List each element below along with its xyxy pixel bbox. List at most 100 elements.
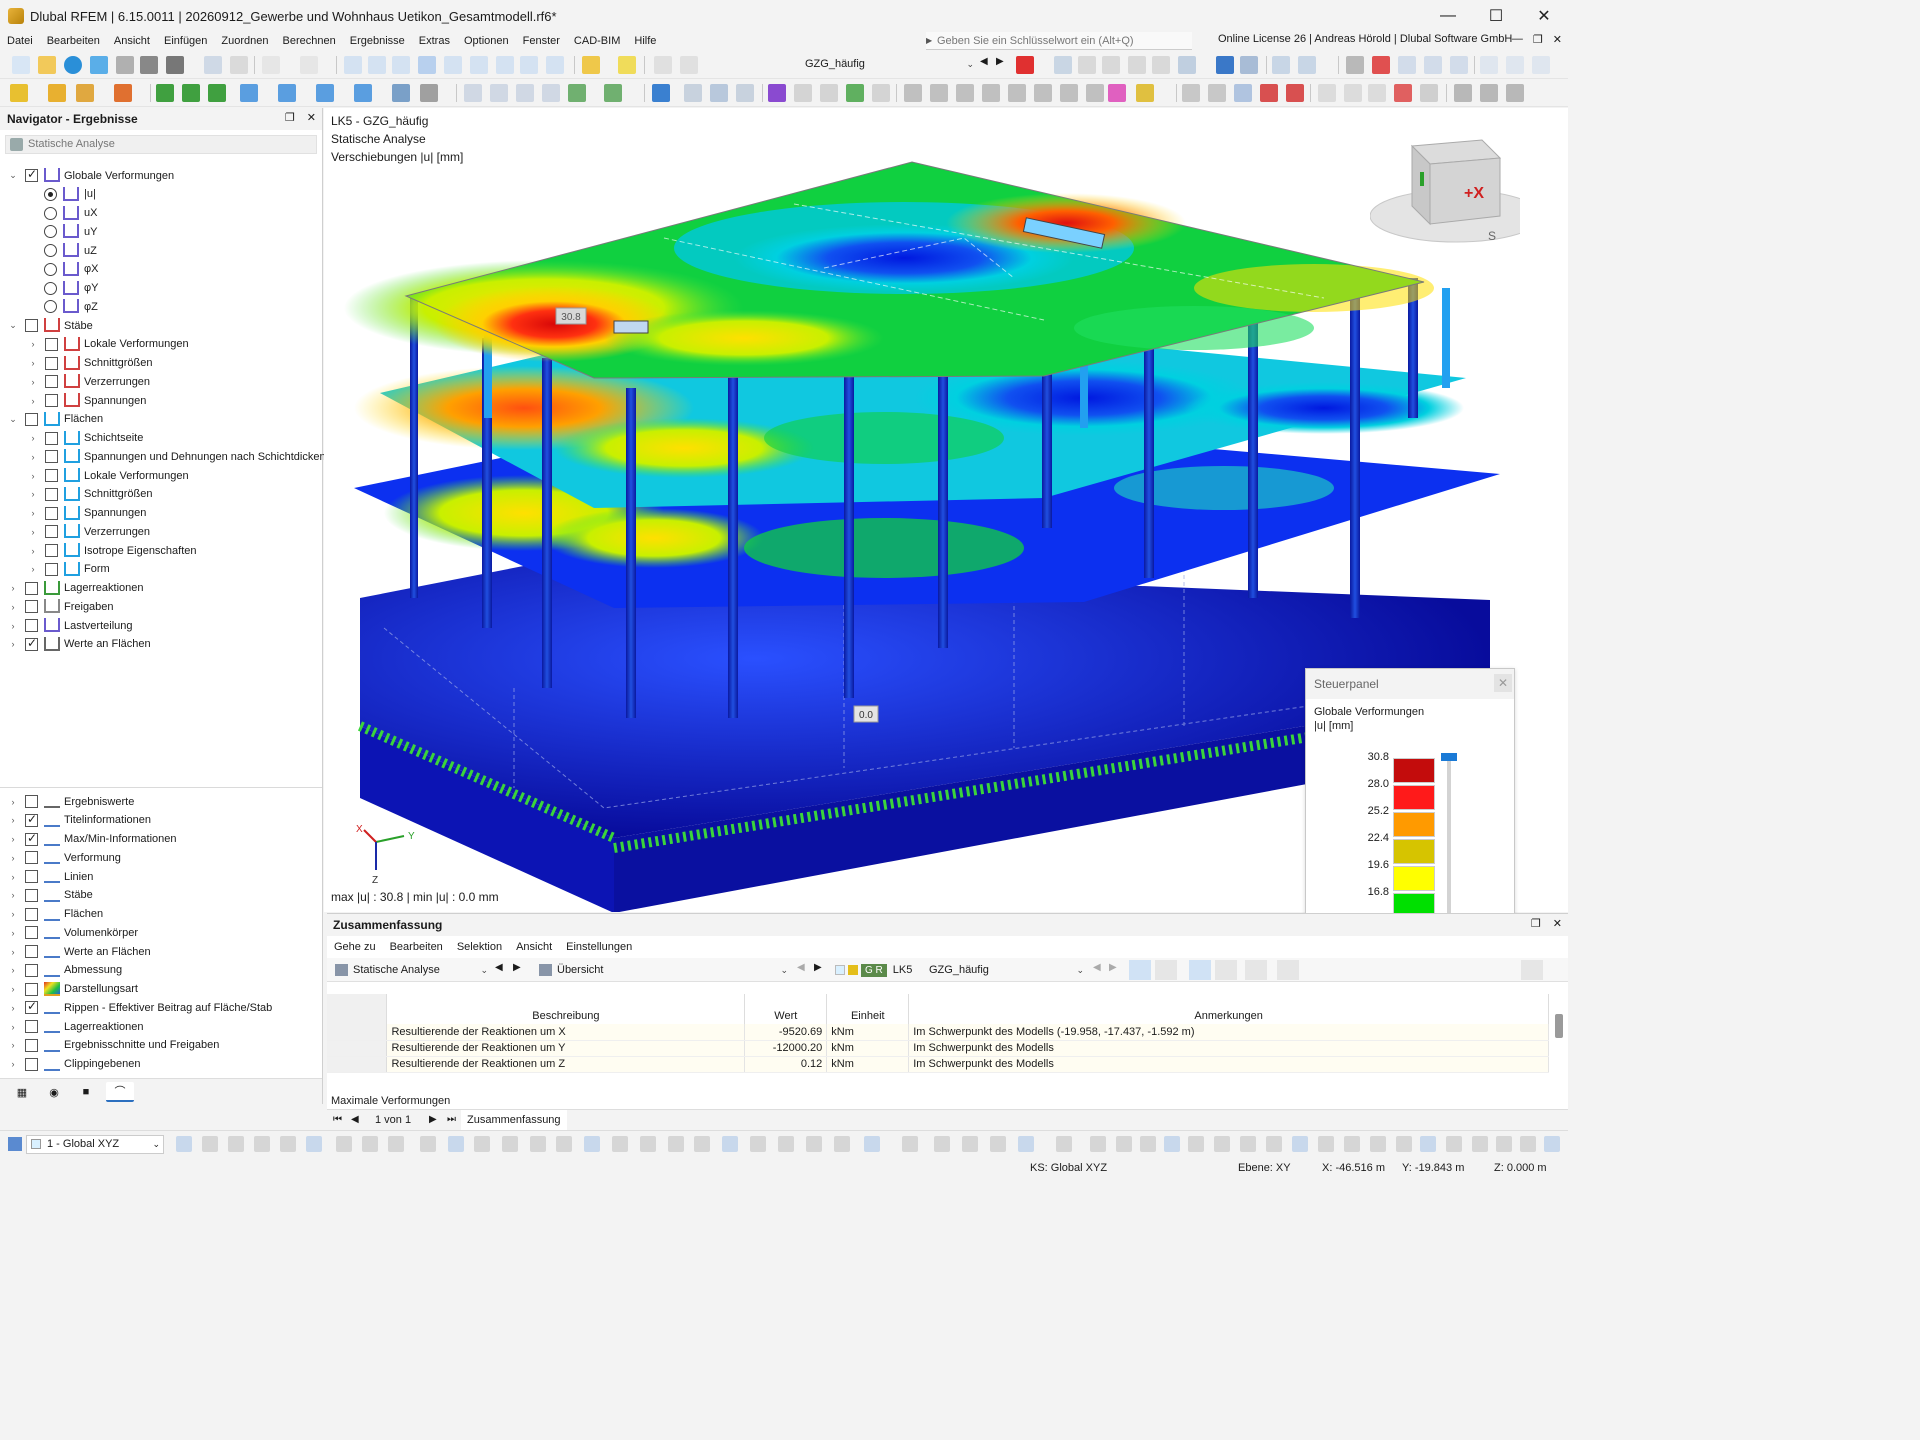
section-icon[interactable] [392, 84, 410, 102]
member-icon[interactable] [114, 84, 132, 102]
expand-chevron-icon[interactable]: › [28, 471, 38, 481]
dimension-icon[interactable] [420, 84, 438, 102]
display-item-ergebniswerte[interactable]: › Ergebniswerte [0, 792, 322, 811]
grid-icon[interactable] [1298, 56, 1316, 74]
views-tab-icon[interactable]: ■ [72, 1082, 100, 1102]
checkbox[interactable] [25, 982, 38, 996]
table-scrollbar[interactable] [1555, 1014, 1563, 1038]
node-icon[interactable] [10, 84, 28, 102]
filter-icon[interactable] [1521, 960, 1543, 980]
tree-item-spannungen-und-dehnungen-nach-schichtdicken[interactable]: › Spannungen und Dehnungen nach Schichtdi… [0, 447, 326, 466]
statusbar-tool-icon[interactable] [1018, 1136, 1034, 1152]
last-page-icon[interactable]: ⏭ [447, 1114, 456, 1125]
deformation-icon[interactable] [768, 84, 786, 102]
pencil-icon[interactable] [582, 56, 600, 74]
tree-item-absuabs[interactable]: |u| [0, 185, 322, 204]
solid-icon[interactable] [316, 84, 334, 102]
anim-icon[interactable] [1102, 56, 1120, 74]
statusbar-tool-icon[interactable] [362, 1136, 378, 1152]
display-item-darstellungsart[interactable]: › Darstellungsart [0, 980, 322, 999]
menu-selektion[interactable]: Selektion [450, 941, 509, 953]
statusbar-tool-icon[interactable] [750, 1136, 766, 1152]
statusbar-tool-icon[interactable] [1544, 1136, 1560, 1152]
statusbar-tool-icon[interactable] [1188, 1136, 1204, 1152]
document-icon[interactable] [230, 56, 248, 74]
radio-button[interactable] [44, 206, 57, 220]
legend-swatch[interactable] [1393, 784, 1435, 810]
statusbar-tool-icon[interactable] [202, 1136, 218, 1152]
print-icon[interactable] [166, 56, 184, 74]
rotate-icon[interactable] [956, 84, 974, 102]
analysis-type-select[interactable]: Statische Analyse [5, 135, 317, 154]
close-icon[interactable]: ✕ [307, 111, 316, 124]
statusbar-tool-icon[interactable] [1420, 1136, 1436, 1152]
statusbar-tool-icon[interactable] [806, 1136, 822, 1152]
solid-view-icon[interactable] [820, 84, 838, 102]
expand-chevron-icon[interactable]: › [8, 621, 18, 631]
radio-button[interactable] [44, 281, 57, 295]
tree-item-spannungen[interactable]: › Spannungen [0, 504, 322, 523]
pin-icon[interactable]: ❐ [1531, 917, 1541, 930]
line-load-icon[interactable] [516, 84, 534, 102]
display-item-linien[interactable]: › Linien [0, 867, 322, 886]
expand-chevron-icon[interactable]: › [8, 1022, 18, 1032]
layer-stack-icon[interactable] [1454, 84, 1472, 102]
tree-item-verzerrungen[interactable]: › Verzerrungen [0, 372, 322, 391]
coordinate-system-icon[interactable] [8, 1137, 22, 1151]
legend-swatch[interactable] [1393, 838, 1435, 864]
statusbar-tool-icon[interactable] [584, 1136, 600, 1152]
display-item-flächen[interactable]: › Flächen [0, 905, 322, 924]
support-reactions-icon[interactable] [1152, 56, 1170, 74]
expand-chevron-icon[interactable]: › [8, 1040, 18, 1050]
expand-chevron-icon[interactable]: › [8, 909, 18, 919]
select-icon[interactable] [710, 84, 728, 102]
unlink-icon[interactable] [1344, 84, 1362, 102]
checkbox[interactable] [45, 394, 58, 407]
mdi-close-button[interactable]: ✕ [1553, 33, 1562, 46]
display-item-abmessung[interactable]: › Abmessung [0, 961, 322, 980]
menu-fenster[interactable]: Fenster [516, 32, 567, 51]
loadcase-prev-icon[interactable] [654, 56, 672, 74]
menu-einfuegen[interactable]: Einfügen [157, 32, 214, 51]
menu-bearbeiten[interactable]: Bearbeiten [383, 941, 450, 953]
prev-arrow-icon[interactable]: ◀ [1093, 962, 1101, 973]
undo-icon[interactable] [262, 56, 280, 74]
axes-icon[interactable] [392, 56, 410, 74]
collapse-chevron-icon[interactable]: ⌄ [8, 414, 18, 425]
web-service-icon[interactable] [64, 56, 82, 74]
measure-icon[interactable] [684, 84, 702, 102]
checkbox[interactable] [25, 1038, 38, 1052]
line-icon[interactable] [48, 84, 66, 102]
tree-item-globale-verformungen[interactable]: ⌄ Globale Verformungen [0, 166, 322, 185]
tree-item-schnittgrößen[interactable]: › Schnittgrößen [0, 354, 322, 373]
table-row[interactable]: Resultierende der Reaktionen um Z 0.12 k… [327, 1056, 1549, 1073]
expand-chevron-icon[interactable]: › [28, 396, 38, 406]
navigator-icon[interactable] [344, 56, 362, 74]
statusbar-tool-icon[interactable] [1266, 1136, 1282, 1152]
checkbox[interactable] [25, 999, 38, 1015]
display-item-clippingebenen[interactable]: › Clippingebenen [0, 1055, 322, 1074]
prev-page-icon[interactable]: ◀ [351, 1114, 359, 1125]
tree-item-ux[interactable]: uX [0, 204, 322, 223]
tree-item-spannungen[interactable]: › Spannungen [0, 391, 322, 410]
sections-icon[interactable] [1128, 56, 1146, 74]
menu-ansicht[interactable]: Ansicht [509, 941, 559, 953]
statusbar-tool-icon[interactable] [1472, 1136, 1488, 1152]
page-icon[interactable] [520, 56, 538, 74]
next-arrow-icon[interactable]: ▶ [814, 962, 822, 973]
radio-button[interactable] [44, 262, 57, 276]
checkbox[interactable] [45, 450, 58, 464]
expand-chevron-icon[interactable]: › [28, 564, 38, 574]
checkbox[interactable] [25, 907, 38, 921]
tree-item-werte-an-flächen[interactable]: › Werte an Flächen [0, 635, 322, 654]
view-side-icon[interactable] [1450, 56, 1468, 74]
cloud-icon[interactable] [90, 56, 108, 74]
camera-icon[interactable] [1420, 84, 1438, 102]
tab-zusammenfassung[interactable]: Zusammenfassung [461, 1110, 567, 1132]
view-x-icon[interactable] [1480, 56, 1498, 74]
menu-berechnen[interactable]: Berechnen [276, 32, 343, 51]
sync-selection-icon[interactable] [1129, 960, 1151, 980]
checkbox[interactable] [25, 412, 38, 426]
next-arrow-icon[interactable]: ▶ [1109, 962, 1117, 973]
statusbar-tool-icon[interactable] [1164, 1136, 1180, 1152]
